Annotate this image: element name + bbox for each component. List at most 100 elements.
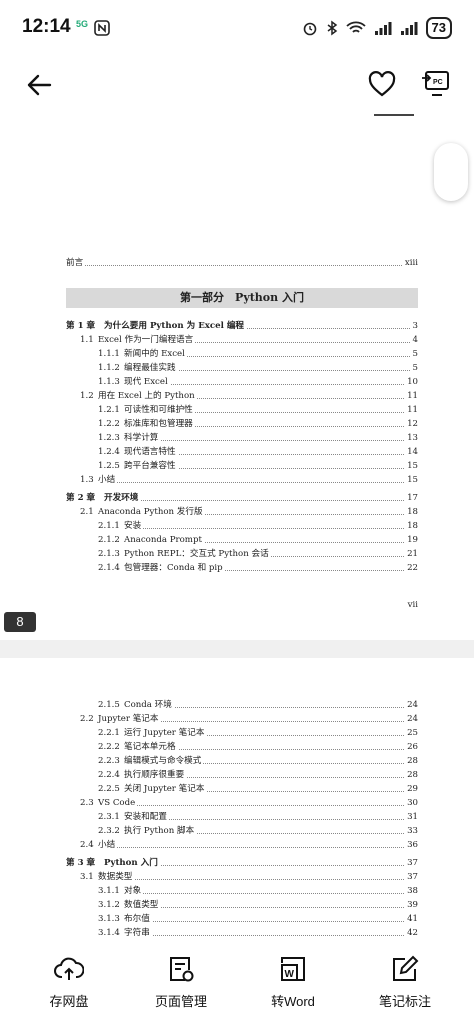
toc-entry-number: 1.1.3 [98, 377, 120, 387]
toc-entry-page: 26 [405, 740, 418, 754]
toc-entry-page: 15 [405, 459, 418, 473]
toc-entry-page: 24 [405, 712, 418, 726]
toc-entry[interactable]: 1.2.4 现代语言特性 14 [0, 445, 474, 459]
toc-entry-number: 2.2 [80, 714, 94, 724]
toc-entry[interactable]: 第 1 章为什么要用 Python 为 Excel 编程 3 [0, 319, 474, 333]
notes-annotate-button[interactable]: 笔记标注 [350, 955, 460, 1010]
toc-entry[interactable]: 3.1.1 对象 38 [0, 884, 474, 898]
toc-entry[interactable]: 2.2.2 笔记本单元格 26 [0, 740, 474, 754]
notes-annotate-label: 笔记标注 [378, 994, 431, 1009]
page-manage-button[interactable]: 页面管理 [126, 955, 236, 1010]
toc-entry-number: 1.2.1 [98, 405, 120, 415]
toc-entry[interactable]: 2.1.5 Conda 环境 24 [0, 698, 474, 712]
toc-entry-title: Python 入门 [104, 858, 158, 868]
toc-entry-title: 安装和配置 [124, 812, 167, 822]
document-viewer[interactable]: 前言 xiii 第一部分 Python 入门 第 1 章为什么要用 Python… [0, 110, 474, 943]
toc-entry[interactable]: 1.1.1 新闻中的 Excel 5 [0, 347, 474, 361]
side-drawer-handle[interactable] [434, 143, 468, 201]
status-time: 12:14 [22, 16, 71, 37]
toc-entry-number: 2.2.5 [98, 784, 120, 794]
toc-entry[interactable]: 1.2.3 科学计算 13 [0, 431, 474, 445]
toc-entry-title: Excel 作为一门编程语言 [98, 335, 194, 345]
toc-entry-page: 33 [405, 824, 418, 838]
toc-entry[interactable]: 2.2.4 执行顺序很重要 28 [0, 768, 474, 782]
toc-entry-page: 18 [405, 505, 418, 519]
toc-entry-number: 2.3 [80, 798, 94, 808]
toc-entry[interactable]: 3.1.3 布尔值 41 [0, 912, 474, 926]
toc-entry[interactable]: 1.2 用在 Excel 上的 Python 11 [0, 389, 474, 403]
toc-entry[interactable]: 2.4 小结 36 [0, 838, 474, 852]
toc-entry-page: 29 [405, 782, 418, 796]
toc-entry-number: 3.1.3 [98, 914, 120, 924]
toc-entry[interactable]: 3.1 数据类型 37 [0, 870, 474, 884]
toc-entry[interactable]: 2.1.2 Anaconda Prompt 19 [0, 533, 474, 547]
toc-entry[interactable]: 3.1.4 字符串 42 [0, 926, 474, 940]
toc-entry[interactable]: 第 3 章 Python 入门 37 [0, 856, 474, 870]
svg-text:PC: PC [433, 79, 443, 86]
toc-entry[interactable]: 1.1.2 编程最佳实践 5 [0, 361, 474, 375]
toc-entry[interactable]: 1.2.5 跨平台兼容性 15 [0, 459, 474, 473]
toc-entry[interactable]: 2.1.3 Python REPL：交互式 Python 会话 21 [0, 547, 474, 561]
toc-entry-title: 笔记本单元格 [124, 742, 176, 752]
convert-word-button[interactable]: W 转Word [238, 955, 348, 1010]
toc-entry-title: 编辑模式与命令模式 [124, 756, 202, 766]
toc-entry[interactable]: 2.3.2 执行 Python 脚本 33 [0, 824, 474, 838]
toc-entry-page: 37 [405, 870, 418, 884]
toc-entry-number: 2.3.2 [98, 826, 120, 836]
page-number-badge: 8 [4, 612, 36, 632]
part-banner: 第一部分 Python 入门 [66, 288, 418, 308]
toc-entry-number: 第 3 章 [66, 858, 96, 868]
signal-icon-2 [400, 22, 418, 35]
toc-entry-title: 用在 Excel 上的 Python [98, 391, 195, 401]
toc-entry-number: 1.1 [80, 335, 94, 345]
toc-entry[interactable]: 1.2.2 标准库和包管理器 12 [0, 417, 474, 431]
toc-entry[interactable]: 2.3 VS Code 30 [0, 796, 474, 810]
signal-icon [374, 22, 392, 35]
toc-entry-page: 30 [405, 796, 418, 810]
toc-entry-page: 4 [410, 333, 418, 347]
toc-entry[interactable]: 第 2 章开发环境 17 [0, 491, 474, 505]
word-convert-icon: W [281, 957, 305, 981]
toc-entry[interactable]: 2.3.1 安装和配置 31 [0, 810, 474, 824]
toc-entry-title: 执行顺序很重要 [124, 770, 185, 780]
toc-entry-number: 3.1 [80, 872, 94, 882]
toc-entry[interactable]: 1.1.3 现代 Excel 10 [0, 375, 474, 389]
toc-entry-title: Jupyter 笔记本 [98, 714, 159, 724]
toc-entry[interactable]: 2.1.4 包管理器：Conda 和 pip 22 [0, 561, 474, 575]
toc-entry[interactable]: 3.1.2 数值类型 39 [0, 898, 474, 912]
pdf-page: 前言 xiii 第一部分 Python 入门 第 1 章为什么要用 Python… [0, 110, 474, 640]
cloud-upload-icon [54, 957, 85, 980]
toc-entry[interactable]: 1.1 Excel 作为一门编程语言 4 [0, 333, 474, 347]
toc-entry-page: 38 [405, 884, 418, 898]
toc-entry-title: 小结 [98, 840, 116, 850]
toc-entry-page: 19 [405, 533, 418, 547]
toc-entry-page: 18 [405, 519, 418, 533]
toc-entry-number: 1.1.1 [98, 349, 120, 359]
bluetooth-icon [327, 20, 337, 36]
toc-preface[interactable]: 前言 xiii [0, 256, 474, 270]
heart-icon[interactable] [368, 71, 396, 97]
toc-entry-title: Anaconda Prompt [124, 535, 202, 545]
toc-entry-title: 数据类型 [98, 872, 133, 882]
toc-entry-number: 1.3 [80, 475, 94, 485]
toc-entry[interactable]: 2.2.5 关闭 Jupyter 笔记本 29 [0, 782, 474, 796]
toc-entry-number: 2.2.4 [98, 770, 120, 780]
toc-entry[interactable]: 2.1.1 安装 18 [0, 519, 474, 533]
toc-entry[interactable]: 2.2 Jupyter 笔记本 24 [0, 712, 474, 726]
toc-entry-page: 11 [405, 403, 418, 417]
toc-entry-page: 36 [405, 838, 418, 852]
toc-entry[interactable]: 1.3 小结 15 [0, 473, 474, 487]
toc-entry[interactable]: 1.2.1 可读性和可维护性 11 [0, 403, 474, 417]
toc-entry-title: 现代 Excel [124, 377, 168, 387]
back-arrow-icon[interactable] [26, 73, 52, 97]
toc-entry-title: 编程最佳实践 [124, 363, 176, 373]
save-to-cloud-button[interactable]: 存网盘 [14, 955, 124, 1010]
status-icons: 73 [302, 16, 452, 40]
toc-entry-page: 25 [405, 726, 418, 740]
toc-entry[interactable]: 2.2.3 编辑模式与命令模式 28 [0, 754, 474, 768]
toc-entry-number: 1.2.4 [98, 447, 120, 457]
pc-sync-icon[interactable]: PC [420, 70, 450, 98]
toc-entry[interactable]: 2.1 Anaconda Python 发行版 18 [0, 505, 474, 519]
toc-entry-page: 5 [410, 361, 418, 375]
toc-entry[interactable]: 2.2.1 运行 Jupyter 笔记本 25 [0, 726, 474, 740]
